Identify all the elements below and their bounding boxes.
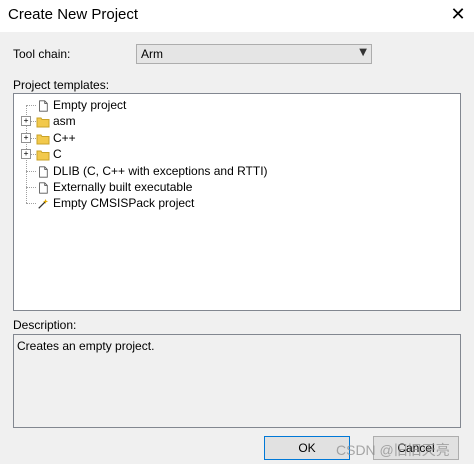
template-item-dlib[interactable]: DLIB (C, C++ with exceptions and RTTI) — [36, 163, 268, 179]
expand-cpp-button[interactable]: + — [21, 133, 31, 143]
wand-icon — [38, 198, 49, 209]
template-item-label: Externally built executable — [53, 180, 193, 194]
template-item-label: C++ — [53, 131, 76, 145]
template-item-externally-built[interactable]: Externally built executable — [36, 179, 192, 195]
description-box: Creates an empty project. — [13, 334, 461, 428]
expand-asm-button[interactable]: + — [21, 116, 31, 126]
tree-connector — [26, 203, 36, 204]
template-item-cmsispack[interactable]: Empty CMSISPack project — [36, 195, 194, 211]
chevron-down-icon: ▼ — [359, 47, 367, 58]
template-item-empty-project[interactable]: Empty project — [36, 97, 126, 113]
template-item-c[interactable]: C — [36, 146, 62, 162]
watermark: CSDN @旧旧天亮 — [336, 442, 450, 458]
folder-icon — [36, 117, 50, 128]
expand-c-button[interactable]: + — [21, 149, 31, 159]
dialog-title: Create New Project — [8, 6, 139, 23]
document-icon — [39, 182, 48, 194]
template-item-label: C — [53, 147, 62, 161]
template-item-label: Empty CMSISPack project — [53, 196, 195, 210]
document-icon — [39, 166, 48, 178]
title-bar: Create New Project ✕ — [0, 0, 474, 32]
tree-connector — [26, 171, 36, 172]
template-item-label: asm — [53, 114, 76, 128]
toolchain-select[interactable]: Arm ▼ — [136, 44, 372, 64]
toolchain-label: Tool chain: — [13, 47, 71, 61]
tree-connector — [26, 105, 36, 106]
template-item-asm[interactable]: asm — [36, 113, 76, 129]
folder-icon — [36, 150, 50, 161]
create-new-project-dialog: Create New Project ✕ Tool chain: Arm ▼ P… — [0, 0, 474, 464]
description-text: Creates an empty project. — [17, 339, 155, 353]
toolchain-selected-value: Arm — [141, 47, 163, 61]
project-templates-label: Project templates: — [13, 78, 110, 92]
template-item-label: DLIB (C, C++ with exceptions and RTTI) — [53, 164, 268, 178]
document-icon — [39, 100, 48, 112]
description-label: Description: — [13, 318, 77, 332]
project-templates-tree[interactable]: + + + Empty project asm C++ C DLIB (C, C… — [13, 93, 461, 311]
template-item-cpp[interactable]: C++ — [36, 130, 76, 146]
folder-icon — [36, 134, 50, 145]
template-item-label: Empty project — [53, 98, 127, 112]
close-icon[interactable]: ✕ — [444, 2, 472, 28]
tree-connector — [26, 187, 36, 188]
